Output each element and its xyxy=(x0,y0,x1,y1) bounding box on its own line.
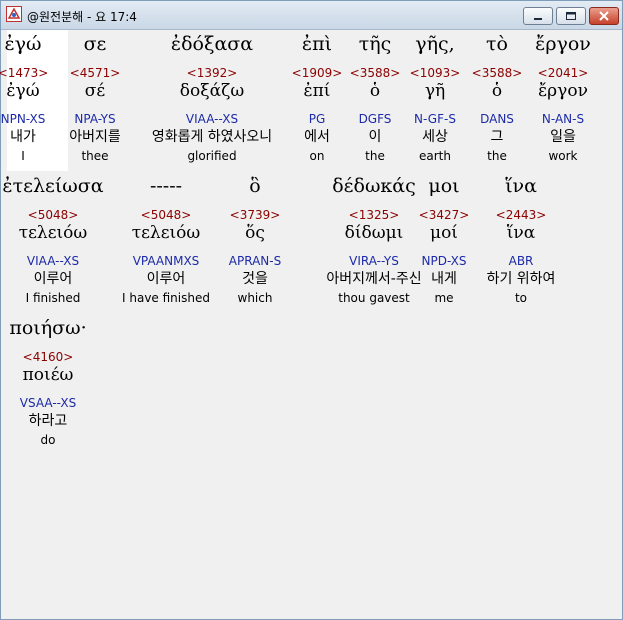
title-bar[interactable]: @원전분해 - 요 17:4 xyxy=(1,1,622,30)
korean-gloss: 일을 xyxy=(550,129,576,145)
maximize-button[interactable] xyxy=(556,7,586,25)
lemma-word: ποιέω xyxy=(22,365,74,385)
interlinear-view: ἐγώ <1473> ἐγώ NPN-XS 내가 Iσε <4571> σέ NPA-YS 아버지… xyxy=(0,30,618,613)
english-gloss: to xyxy=(514,291,528,305)
greek-word: ποιήσω· xyxy=(9,317,87,339)
korean-gloss: 하라고 xyxy=(28,413,68,429)
morphology-code: VSAA--XS xyxy=(19,396,77,410)
greek-word: ἔργον xyxy=(535,33,591,55)
app-icon xyxy=(6,6,22,22)
morphology-code: ABR xyxy=(508,254,534,268)
strongs-number[interactable]: <4160> xyxy=(0,350,118,364)
minimize-button[interactable] xyxy=(523,7,553,25)
close-button[interactable] xyxy=(589,7,619,25)
strongs-number[interactable]: <2443> xyxy=(451,208,591,222)
app-window: @원전분해 - 요 17:4 ἐγώ <1473> ἐγώ NPN-XS 내가 Iσε <4… xyxy=(0,0,623,620)
strongs-number[interactable]: <2041> xyxy=(493,66,623,80)
lemma-word: ἵνα xyxy=(506,223,536,243)
close-icon xyxy=(599,11,609,21)
minimize-icon xyxy=(534,18,542,20)
english-gloss: work xyxy=(548,149,578,163)
english-gloss: do xyxy=(40,433,56,447)
maximize-icon xyxy=(566,12,576,20)
greek-word: ἵνα xyxy=(505,175,537,197)
morphology-code: N-AN-S xyxy=(541,112,585,126)
korean-gloss: 하기 위하여 xyxy=(486,271,556,287)
lemma-word: ἔργον xyxy=(538,81,588,101)
window-title: @원전분해 - 요 17:4 xyxy=(27,10,137,24)
